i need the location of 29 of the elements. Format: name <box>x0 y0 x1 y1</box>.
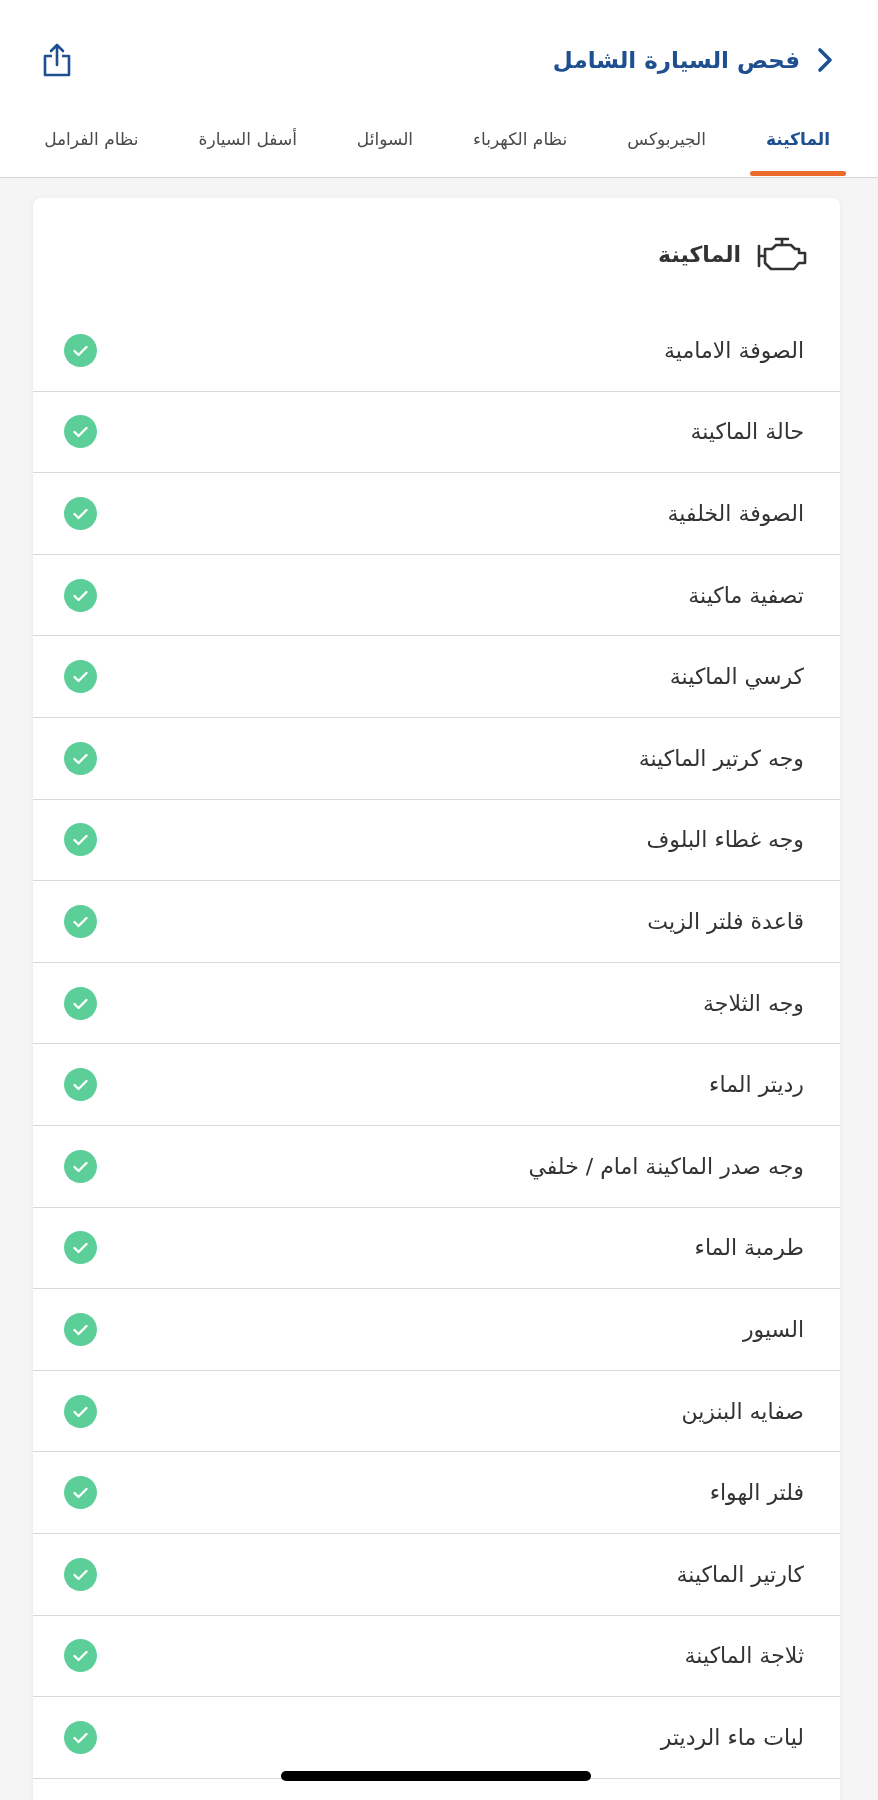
item-label: حالة الماكينة <box>690 419 804 445</box>
item-label: وجه كرتير الماكينة <box>638 745 804 771</box>
back-icon[interactable] <box>816 47 834 73</box>
page-title: فحص السيارة الشامل <box>552 47 800 73</box>
item-label: وجه غطاء البلوف <box>646 827 804 853</box>
tab[interactable]: نظام الكهرباء <box>457 120 584 176</box>
item-label: فلتر الهواء <box>709 1480 804 1506</box>
item-label: طرمبة الماء <box>694 1235 804 1261</box>
item-label: السيور <box>742 1316 804 1342</box>
tab[interactable]: نظام الفرامل <box>28 120 155 176</box>
share-icon[interactable] <box>43 43 71 77</box>
tab[interactable]: الجيربوكس <box>611 120 722 176</box>
item-label: قاعدة فلتر الزيت <box>647 908 804 934</box>
item-label: رديتر الماء <box>709 1072 804 1098</box>
item-label: ثلاجة الماكينة <box>684 1643 804 1669</box>
tab[interactable]: السوائل <box>340 120 430 176</box>
item-label: وجه الثلاجة <box>703 990 804 1016</box>
engine-icon <box>757 236 807 272</box>
item-label: ليات ماء الرديتر <box>660 1724 804 1750</box>
item-label: تصفية ماكينة <box>688 582 804 608</box>
item-label: كارتير الماكينة <box>676 1561 804 1587</box>
item-label: الصوفة الامامية <box>664 337 804 363</box>
tab[interactable]: الماكينة <box>749 120 846 176</box>
item-label: كرسي الماكينة <box>669 664 804 690</box>
item-label: وجه صدر الماكينة امام / خلفي <box>528 1153 804 1179</box>
item-label: صفايه البنزين <box>681 1398 804 1424</box>
section-title: الماكينة <box>658 241 741 267</box>
item-label: الصوفة الخلفية <box>667 501 804 526</box>
tab[interactable]: أسفل السيارة <box>182 120 313 176</box>
